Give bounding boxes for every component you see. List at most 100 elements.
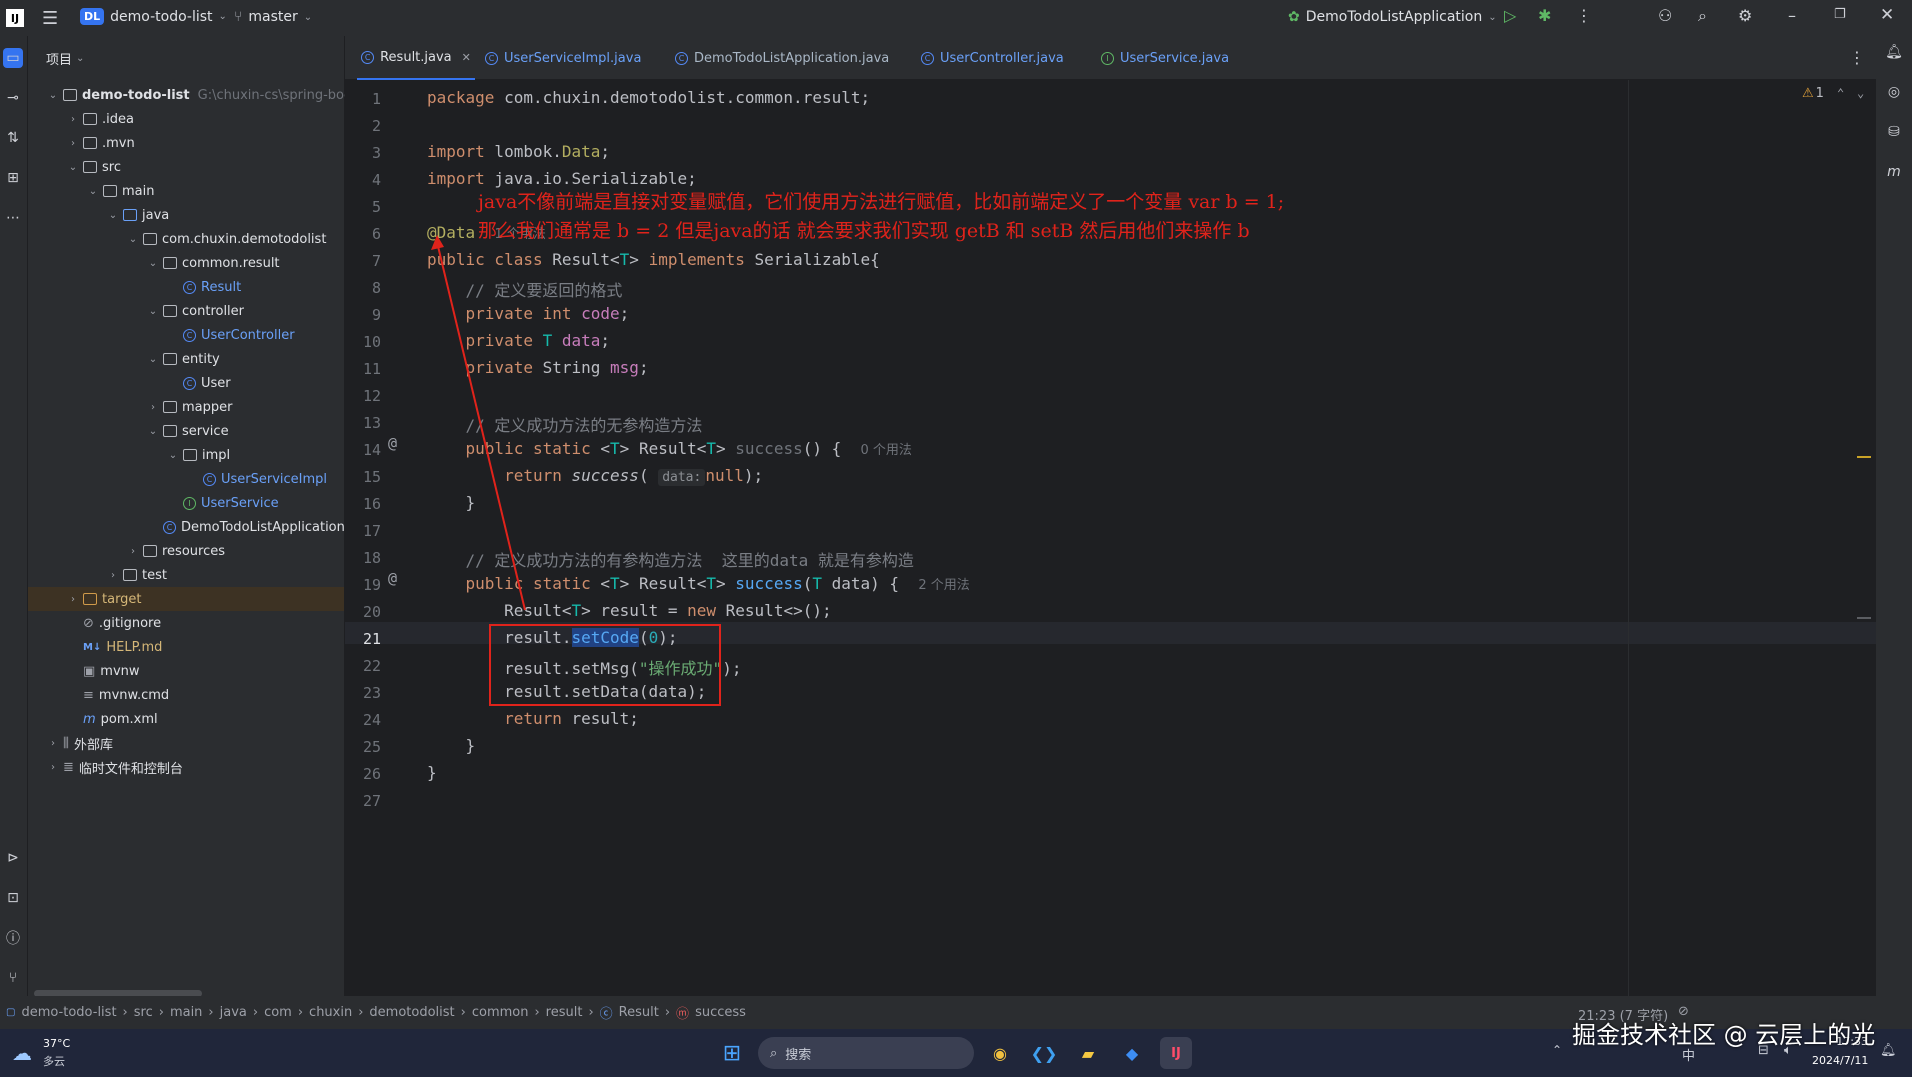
tree-item-package[interactable]: ⌄ com.chuxin.demotodolist <box>126 227 327 251</box>
project-panel-header[interactable]: 项目 ⌄ <box>28 36 344 80</box>
warning-stripe-mark[interactable] <box>1857 456 1871 458</box>
pull-requests-icon[interactable]: ⇅ <box>3 128 23 148</box>
usage-hint[interactable]: 0 个用法 <box>861 443 912 458</box>
tree-item-service[interactable]: ⌄ service <box>146 419 229 443</box>
show-hidden-icons-icon[interactable]: ⌃ <box>1552 1043 1562 1057</box>
debug-icon[interactable]: ✱ <box>1538 6 1551 25</box>
notification-bell-icon[interactable]: 🔔︎ <box>1880 1043 1897 1058</box>
tree-item-user[interactable]: C User <box>180 371 231 395</box>
tab-userserviceimpl-java[interactable]: C UserServiceImpl.java <box>485 36 641 80</box>
tree-item-userservice[interactable]: I UserService <box>180 491 279 515</box>
close-icon[interactable]: ✕ <box>1880 5 1894 25</box>
settings-gear-icon[interactable]: ⚙ <box>1738 6 1752 25</box>
commit-tool-icon[interactable]: ⊸ <box>3 88 23 108</box>
chevron-down-icon: ⌄ <box>148 425 158 437</box>
tree-item-src[interactable]: ⌄ src <box>66 155 121 179</box>
minimize-icon[interactable]: – <box>1788 6 1796 25</box>
tree-item-gitignore[interactable]: ⊘ .gitignore <box>80 611 161 635</box>
add-user-icon[interactable]: ⚇ <box>1658 6 1672 25</box>
chrome-icon[interactable]: ◉ <box>984 1037 1016 1069</box>
restore-icon[interactable]: ❐ <box>1834 7 1846 22</box>
tree-item-help-md[interactable]: M↓ HELP.md <box>80 635 162 659</box>
tab-actions-icon[interactable]: ⋮ <box>1849 48 1865 67</box>
breadcrumb-item[interactable]: java <box>220 1005 247 1020</box>
project-switcher[interactable]: DL demo-todo-list ⌄ <box>80 8 227 25</box>
tree-item-external-libraries[interactable]: › ⫼ 外部库 <box>46 731 113 755</box>
implementation-gutter-icon[interactable]: @ <box>388 434 397 452</box>
tree-item-main[interactable]: ⌄ main <box>86 179 155 203</box>
main-menu-icon[interactable]: ☰ <box>42 8 58 29</box>
breadcrumb-item[interactable]: src <box>134 1005 153 1020</box>
vscode-icon[interactable]: ❮❯ <box>1028 1037 1060 1069</box>
tree-item-idea[interactable]: › .idea <box>66 107 134 131</box>
breadcrumb-item[interactable]: Result <box>619 1005 659 1020</box>
tree-item-usercontroller[interactable]: C UserController <box>180 323 295 347</box>
tree-item-target[interactable]: › target <box>28 587 344 611</box>
tree-item-mvnw[interactable]: ▣ mvnw <box>80 659 140 683</box>
close-tab-icon[interactable]: ✕ <box>462 51 471 64</box>
project-tool-icon[interactable]: ▭ <box>3 48 23 68</box>
breadcrumb-item[interactable]: common <box>472 1005 529 1020</box>
breadcrumb-item[interactable]: com <box>264 1005 292 1020</box>
services-icon[interactable]: ⊳ <box>3 848 23 868</box>
database-icon[interactable]: ⛁ <box>1884 122 1904 142</box>
code-editor[interactable]: 1 2 3 4 5 6 7 8 9 10 11 12 13 14 15 16 1… <box>345 80 1876 996</box>
tab-userservice-java[interactable]: I UserService.java <box>1101 36 1229 80</box>
tab-demotodolistapplication-java[interactable]: C DemoTodoListApplication.java <box>675 36 889 80</box>
tree-item-test[interactable]: › test <box>106 563 167 587</box>
previous-highlight-icon[interactable]: ⌃ <box>1837 86 1844 100</box>
tab-result-java[interactable]: C Result.java ✕ <box>357 36 475 80</box>
caret-stripe-mark[interactable] <box>1857 617 1871 619</box>
tree-item-result[interactable]: C Result <box>180 275 241 299</box>
breadcrumb-item[interactable]: success <box>695 1005 746 1020</box>
app-icon[interactable]: ◆ <box>1116 1037 1148 1069</box>
tree-item-resources[interactable]: › resources <box>126 539 225 563</box>
taskbar-search[interactable]: ⌕ 搜索 <box>758 1037 974 1069</box>
problems-icon[interactable]: ⓘ <box>3 928 23 948</box>
chevron-right-icon: › <box>111 569 115 581</box>
more-tools-icon[interactable]: ⋯ <box>3 208 23 228</box>
maven-icon[interactable]: m <box>1884 162 1904 182</box>
intellij-taskbar-icon[interactable]: IJ <box>1160 1037 1192 1069</box>
git-icon[interactable]: ⑂ <box>3 968 23 988</box>
tree-item-common-result[interactable]: ⌄ common.result <box>146 251 280 275</box>
terminal-icon[interactable]: ⊡ <box>3 888 23 908</box>
tree-root[interactable]: ⌄ demo-todo-list G:\chuxin-cs\spring-boo <box>46 83 352 107</box>
run-config-selector[interactable]: ✿ DemoTodoListApplication ⌄ <box>1288 9 1497 25</box>
tree-item-label: test <box>142 567 167 583</box>
warning-indicator[interactable]: ⚠ 1 <box>1802 86 1824 101</box>
breadcrumb-item[interactable]: result <box>546 1005 583 1020</box>
branch-switcher[interactable]: ⑂ master ⌄ <box>234 9 312 25</box>
tree-item-pom-xml[interactable]: m pom.xml <box>80 707 158 731</box>
file-explorer-icon[interactable]: ▰ <box>1072 1037 1104 1069</box>
ai-assistant-icon[interactable]: ◎ <box>1884 82 1904 102</box>
tree-item-label: HELP.md <box>106 639 163 655</box>
usage-hint[interactable]: 2 个用法 <box>918 578 969 593</box>
tab-usercontroller-java[interactable]: C UserController.java <box>921 36 1064 80</box>
tree-item-entity[interactable]: ⌄ entity <box>146 347 220 371</box>
tree-item-impl[interactable]: ⌄ impl <box>166 443 230 467</box>
tree-item-scratches[interactable]: › ≣ 临时文件和控制台 <box>46 755 183 779</box>
breadcrumb-item[interactable]: main <box>170 1005 202 1020</box>
tree-item-controller[interactable]: ⌄ controller <box>146 299 244 323</box>
excluded-folder-icon <box>83 593 97 605</box>
tree-item-demotodolistapplication[interactable]: C DemoTodoListApplication <box>160 515 345 539</box>
tree-item-mvnw-cmd[interactable]: ≡ mvnw.cmd <box>80 683 169 707</box>
run-icon[interactable]: ▷ <box>1504 6 1516 25</box>
clock-date[interactable]: 2024/7/11 <box>1812 1054 1868 1067</box>
weather-icon[interactable]: ☁ <box>12 1041 32 1065</box>
breadcrumb-item[interactable]: demotodolist <box>369 1005 454 1020</box>
breadcrumb-item[interactable]: chuxin <box>309 1005 352 1020</box>
structure-icon[interactable]: ⊞ <box>3 168 23 188</box>
windows-start-icon[interactable]: ⊞ <box>716 1037 748 1069</box>
next-highlight-icon[interactable]: ⌄ <box>1857 86 1864 100</box>
more-actions-icon[interactable]: ⋮ <box>1576 6 1592 25</box>
tree-item-java[interactable]: ⌄ java <box>106 203 169 227</box>
tree-item-mapper[interactable]: › mapper <box>146 395 232 419</box>
notifications-icon[interactable]: 🔔︎ <box>1884 42 1904 62</box>
breadcrumb-item[interactable]: demo-todo-list <box>21 1005 116 1020</box>
tree-item-mvn[interactable]: › .mvn <box>66 131 135 155</box>
search-icon[interactable]: ⌕ <box>1698 6 1707 26</box>
tree-item-userserviceimpl[interactable]: C UserServiceImpl <box>200 467 327 491</box>
implementation-gutter-icon[interactable]: @ <box>388 569 397 587</box>
